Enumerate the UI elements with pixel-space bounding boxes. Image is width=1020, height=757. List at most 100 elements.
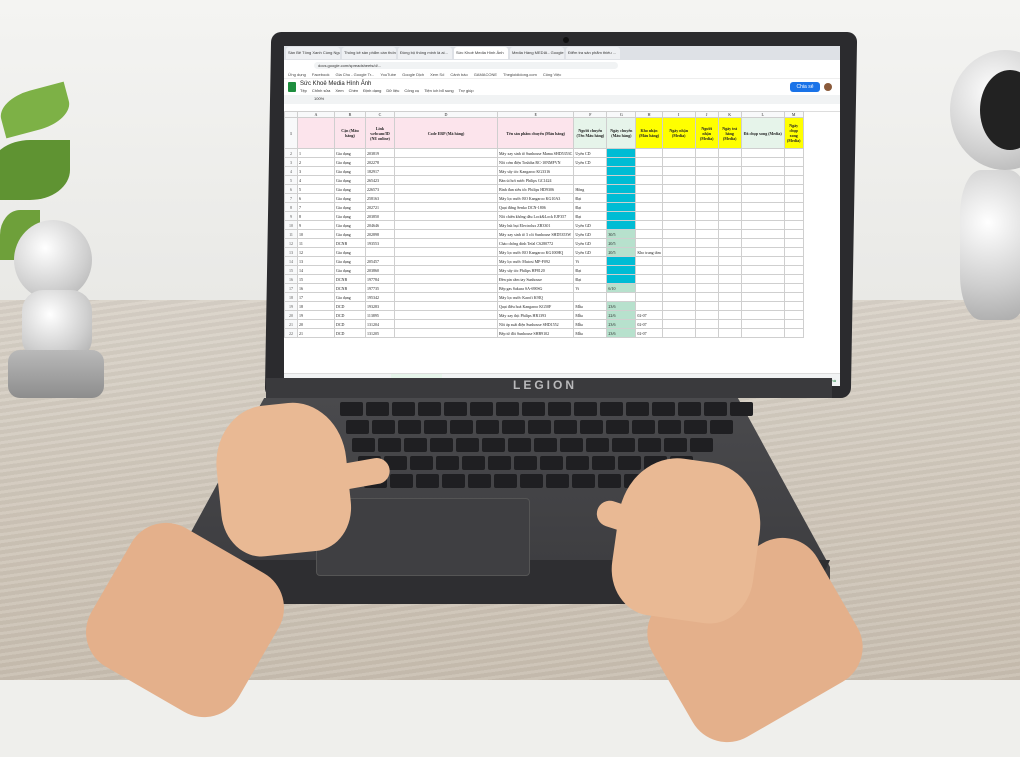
keyboard-key[interactable]	[352, 438, 375, 452]
cell[interactable]	[394, 265, 498, 275]
keyboard-key[interactable]	[592, 456, 615, 470]
column-header[interactable]: Code ERP (Mả hàng)	[394, 117, 498, 149]
cell[interactable]	[661, 274, 696, 284]
cell[interactable]	[717, 319, 742, 329]
cell[interactable]: 17	[297, 292, 335, 302]
cell[interactable]	[635, 184, 663, 194]
keyboard-key[interactable]	[580, 420, 603, 434]
cell[interactable]	[394, 292, 498, 302]
cell[interactable]: Bếp từ đôi Sunhouse SHB9102	[496, 328, 575, 338]
cell[interactable]: Nồi áp suất điện Sunhouse SHD1552	[496, 319, 575, 329]
keyboard-key[interactable]	[554, 420, 577, 434]
menu-item[interactable]: Dữ liệu	[386, 88, 399, 93]
row-number[interactable]: 15	[284, 265, 298, 275]
cell[interactable]	[783, 292, 804, 302]
cell[interactable]	[606, 202, 637, 212]
cell[interactable]	[740, 211, 785, 221]
cell[interactable]: Gia dụng	[334, 229, 366, 239]
cell[interactable]	[694, 256, 719, 266]
cell[interactable]: Máy lọc nước Mutosi MP-F092	[496, 256, 575, 266]
cell[interactable]: Bình đun siêu tốc Philips HD9306	[496, 184, 575, 194]
cell[interactable]	[606, 220, 637, 230]
cell[interactable]: 20	[297, 319, 335, 329]
cell[interactable]	[606, 211, 637, 221]
cell[interactable]	[394, 211, 498, 221]
cell[interactable]	[740, 193, 785, 203]
keyboard-key[interactable]	[514, 456, 537, 470]
cell[interactable]: 2	[297, 157, 335, 167]
cell[interactable]	[635, 283, 663, 293]
cell[interactable]: Uyên GD	[573, 229, 608, 239]
cell[interactable]: 193283	[365, 301, 395, 311]
cell[interactable]	[717, 229, 742, 239]
cell[interactable]	[661, 193, 696, 203]
cell[interactable]	[740, 274, 785, 284]
cell[interactable]: Uyên CD	[573, 157, 608, 167]
cell[interactable]	[635, 148, 663, 158]
keyboard-key[interactable]	[470, 402, 493, 416]
cell[interactable]	[783, 265, 804, 275]
cell[interactable]: 203850	[365, 211, 395, 221]
cell[interactable]: Máy lọc nước Karofi K9IQ	[496, 292, 575, 302]
avatar[interactable]	[824, 83, 832, 91]
cell[interactable]	[394, 247, 498, 257]
cell[interactable]: Mẫu	[573, 310, 608, 320]
browser-tab[interactable]: Media Hàng MEDIA - Google Tri...	[510, 47, 564, 59]
cell[interactable]: 5	[297, 184, 335, 194]
cell[interactable]	[661, 319, 696, 329]
keyboard-key[interactable]	[366, 402, 389, 416]
row-number[interactable]: 9	[284, 211, 298, 221]
keyboard-key[interactable]	[502, 420, 525, 434]
cell[interactable]	[717, 220, 742, 230]
cell[interactable]	[635, 211, 663, 221]
cell[interactable]	[783, 229, 804, 239]
keyboard-key[interactable]	[626, 402, 649, 416]
cell[interactable]: Quạt đứng Senko DCN-1806	[496, 202, 575, 212]
cell[interactable]	[740, 265, 785, 275]
row-number[interactable]: 16	[284, 274, 298, 284]
keyboard-key[interactable]	[418, 402, 441, 416]
keyboard-key[interactable]	[442, 474, 465, 488]
keyboard-key[interactable]	[546, 474, 569, 488]
cell[interactable]: Đạt	[573, 211, 608, 221]
keyboard-key[interactable]	[560, 438, 583, 452]
cell[interactable]: Mẫu	[573, 301, 608, 311]
keyboard-key[interactable]	[508, 438, 531, 452]
cell[interactable]	[394, 301, 498, 311]
cell[interactable]: 02-07	[635, 319, 663, 329]
row-number[interactable]: 14	[284, 256, 298, 266]
cell[interactable]	[717, 211, 742, 221]
cell[interactable]	[365, 247, 395, 257]
cell[interactable]	[635, 265, 663, 275]
cell[interactable]	[740, 220, 785, 230]
cell[interactable]	[717, 175, 742, 185]
cell[interactable]: 182917	[365, 166, 395, 176]
column-header[interactable]: Ngày chuyển (Mảu hàng)	[606, 117, 637, 149]
cell[interactable]	[694, 310, 719, 320]
cell[interactable]: 23/6	[606, 319, 637, 329]
keyboard-key[interactable]	[496, 402, 519, 416]
keyboard-key[interactable]	[378, 438, 401, 452]
cell[interactable]: Gia dụng	[334, 184, 366, 194]
cell[interactable]	[394, 283, 498, 293]
cell[interactable]: Máy xay sinh tố 3 cối Sunhouse SHD5353W	[496, 229, 575, 239]
column-header[interactable]	[297, 117, 335, 149]
cell[interactable]: DCNB	[334, 283, 366, 293]
cell[interactable]: 11	[297, 238, 335, 248]
cell[interactable]: 197735	[365, 283, 395, 293]
cell[interactable]: 6/10	[606, 283, 637, 293]
cell[interactable]	[635, 301, 663, 311]
cell[interactable]	[694, 202, 719, 212]
cell[interactable]	[783, 301, 804, 311]
browser-tab[interactable]: Thống kê sản phẩm cần thống	[342, 47, 396, 59]
keyboard-key[interactable]	[522, 402, 545, 416]
cell[interactable]	[661, 292, 696, 302]
cell[interactable]	[717, 157, 742, 167]
cell[interactable]	[694, 175, 719, 185]
cell[interactable]: Kho trung tâm	[635, 247, 663, 257]
cell[interactable]	[694, 301, 719, 311]
bookmark-item[interactable]: Facebook	[312, 70, 330, 78]
document-title[interactable]: Sức Khoẻ Media Hình Ảnh	[300, 81, 371, 87]
row-number[interactable]: 10	[284, 220, 298, 230]
row-number[interactable]: 3	[284, 157, 298, 167]
